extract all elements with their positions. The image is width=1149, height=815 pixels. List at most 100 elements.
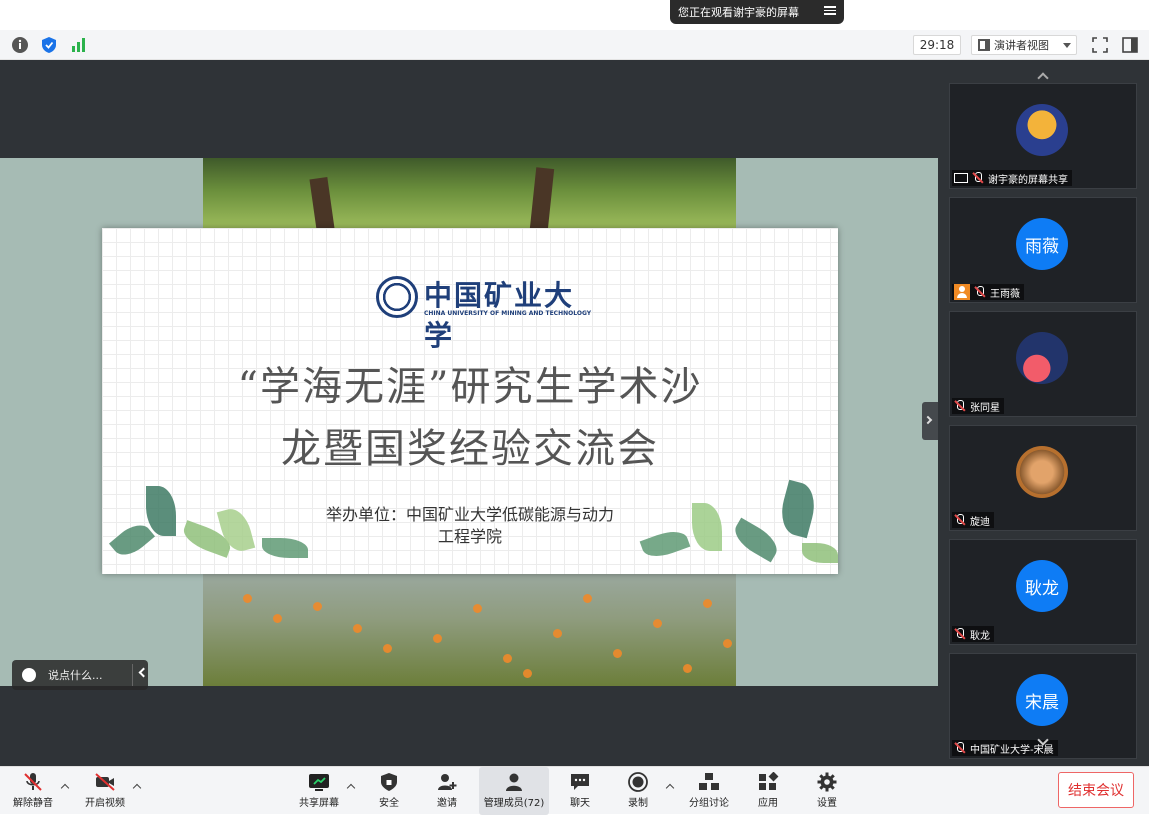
security-label: 安全 <box>379 798 399 809</box>
gear-icon <box>817 772 837 792</box>
manage-members-label: 管理成员(72) <box>483 798 545 809</box>
members-icon <box>506 773 522 791</box>
muted-mic-icon <box>954 514 966 526</box>
emoji-icon[interactable] <box>22 668 36 682</box>
apps-button[interactable]: 应用 <box>751 767 785 815</box>
manage-members-button[interactable]: 管理成员(72) <box>479 767 549 815</box>
chevron-right-icon <box>923 415 933 425</box>
breakout-rooms-icon <box>699 773 719 790</box>
scroll-up-icon[interactable] <box>1037 72 1049 84</box>
start-video-button[interactable]: 开启视频 <box>80 767 130 815</box>
video-options-chevron-icon[interactable] <box>132 783 142 793</box>
speaker-view-icon <box>978 39 990 51</box>
side-panel-toggle-icon[interactable] <box>1121 36 1139 54</box>
chat-label: 聊天 <box>570 798 590 809</box>
invite-button[interactable]: 邀请 <box>430 767 464 815</box>
participant-label: 耿龙 <box>952 626 994 642</box>
slide-title-line-1: “学海无涯”研究生学术沙 <box>237 364 703 410</box>
participant-avatar: 宋晨 <box>1016 674 1068 726</box>
share-options-chevron-icon[interactable] <box>346 783 356 793</box>
meeting-toolbar: 解除静音 开启视频 共享屏幕 安全 邀请 管理成员(72) 聊天 录制 分组讨论… <box>0 766 1149 815</box>
host-person-icon <box>954 284 970 300</box>
chat-bubble-icon <box>571 774 589 790</box>
share-screen-icon <box>309 774 329 791</box>
share-screen-label: 共享屏幕 <box>299 798 339 809</box>
audio-options-chevron-icon[interactable] <box>60 783 70 793</box>
muted-mic-icon <box>974 286 986 298</box>
participant-name: 旋迪 <box>970 516 990 528</box>
microphone-muted-icon <box>24 773 42 791</box>
participant-label: 张同星 <box>952 398 1004 414</box>
participant-tile[interactable]: 张同星 <box>949 311 1137 417</box>
record-icon <box>628 772 648 792</box>
breakout-rooms-button[interactable]: 分组讨论 <box>686 767 732 815</box>
university-seal-icon <box>376 276 418 318</box>
participant-name: 谢宇豪的屏幕共享 <box>988 174 1068 186</box>
share-banner-text: 您正在观看谢宇豪的屏幕 <box>678 6 799 19</box>
participant-tile[interactable]: 雨薇 王雨薇 <box>949 197 1137 303</box>
chat-button[interactable]: 聊天 <box>563 767 597 815</box>
participant-avatar <box>1016 104 1068 156</box>
breakout-rooms-label: 分组讨论 <box>689 798 729 809</box>
signal-strength-icon[interactable] <box>70 36 88 54</box>
record-label: 录制 <box>628 798 648 809</box>
screen-share-icon <box>954 173 968 183</box>
end-meeting-button[interactable]: 结束会议 <box>1058 772 1134 808</box>
apps-grid-icon <box>759 772 779 790</box>
slide-title-line-2: 龙暨国奖经验交流会 <box>281 426 659 472</box>
record-options-chevron-icon[interactable] <box>665 783 675 793</box>
view-mode-label: 演讲者视图 <box>994 39 1049 52</box>
record-button[interactable]: 录制 <box>621 767 655 815</box>
muted-mic-icon <box>954 400 966 412</box>
unmute-button[interactable]: 解除静音 <box>8 767 58 815</box>
slide-background-flowers <box>203 574 736 686</box>
start-video-label: 开启视频 <box>85 798 125 809</box>
participant-avatar: 耿龙 <box>1016 560 1068 612</box>
muted-mic-icon <box>954 742 966 754</box>
participant-name: 王雨薇 <box>990 288 1020 300</box>
view-mode-dropdown[interactable]: 演讲者视图 <box>971 35 1077 55</box>
share-screen-button[interactable]: 共享屏幕 <box>294 767 344 815</box>
camera-off-icon <box>95 773 115 791</box>
settings-button[interactable]: 设置 <box>810 767 844 815</box>
organizer-line-1: 举办单位：中国矿业大学低碳能源与动力 <box>325 505 614 524</box>
shield-icon <box>381 773 397 791</box>
chat-divider <box>132 664 133 686</box>
participant-label: 谢宇豪的屏幕共享 <box>952 170 1072 186</box>
university-logo: 中国矿业大学 CHINA UNIVERSITY OF MINING AND TE… <box>376 274 591 352</box>
participant-panel: 谢宇豪的屏幕共享 雨薇 王雨薇 张同星 旋迪 耿龙 耿龙 宋晨 中国矿业大学-宋… <box>938 60 1149 766</box>
participant-name: 耿龙 <box>970 630 990 642</box>
fullscreen-icon[interactable] <box>1091 36 1109 54</box>
participant-label: 旋迪 <box>952 512 994 528</box>
meeting-timer: 29:18 <box>913 35 961 55</box>
slide-title: “学海无涯”研究生学术沙 龙暨国奖经验交流会 <box>102 356 838 480</box>
add-user-icon <box>438 774 457 790</box>
participant-name: 张同星 <box>970 402 1000 414</box>
collapse-panel-button[interactable] <box>922 402 938 440</box>
chat-placeholder: 说点什么... <box>48 669 103 682</box>
banner-menu-icon[interactable] <box>824 4 836 18</box>
participant-avatar: 雨薇 <box>1016 218 1068 270</box>
security-shield-icon[interactable] <box>40 36 58 54</box>
logo-english-name: CHINA UNIVERSITY OF MINING AND TECHNOLOG… <box>424 310 592 317</box>
chevron-left-icon[interactable] <box>138 667 149 678</box>
shared-content-area: 中国矿业大学 CHINA UNIVERSITY OF MINING AND TE… <box>0 158 938 686</box>
participant-tile[interactable]: 耿龙 耿龙 <box>949 539 1137 645</box>
participant-avatar <box>1016 332 1068 384</box>
participant-tile[interactable]: 旋迪 <box>949 425 1137 531</box>
participant-label: 王雨薇 <box>952 284 1024 300</box>
chevron-down-icon <box>1063 43 1071 48</box>
screen-share-banner: 您正在观看谢宇豪的屏幕 <box>670 0 844 24</box>
participant-tile[interactable]: 谢宇豪的屏幕共享 <box>949 83 1137 189</box>
chat-quick-input[interactable]: 说点什么... <box>12 660 149 690</box>
security-button[interactable]: 安全 <box>372 767 406 815</box>
slide-background-trees <box>203 158 736 231</box>
muted-mic-icon <box>954 628 966 640</box>
info-icon[interactable] <box>11 36 29 54</box>
meeting-info-bar: 29:18 演讲者视图 <box>0 30 1149 60</box>
invite-label: 邀请 <box>437 798 457 809</box>
presentation-slide: 中国矿业大学 CHINA UNIVERSITY OF MINING AND TE… <box>102 228 838 574</box>
apps-label: 应用 <box>758 798 778 809</box>
unmute-label: 解除静音 <box>13 798 53 809</box>
muted-mic-icon <box>972 172 984 184</box>
